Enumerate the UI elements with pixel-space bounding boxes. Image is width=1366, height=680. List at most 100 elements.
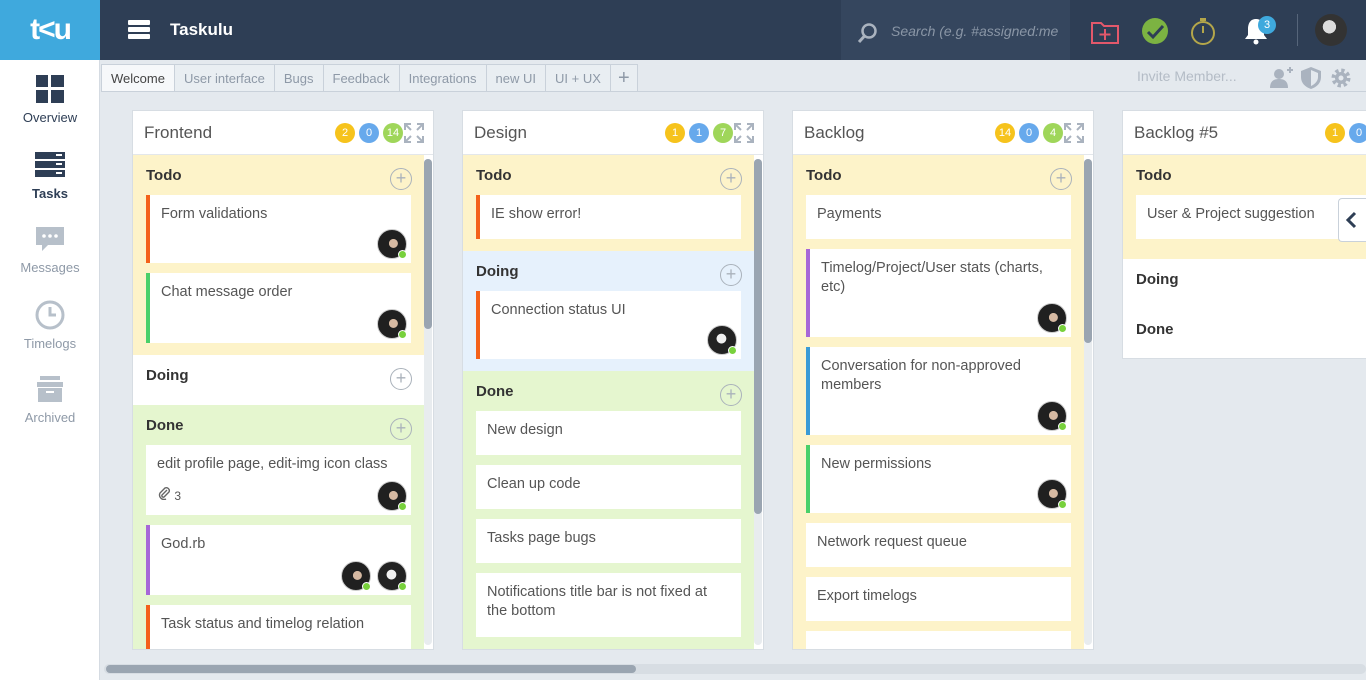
column-title: Backlog #5 (1134, 123, 1219, 142)
doing-count-badge: 0 (1019, 123, 1039, 143)
column-header: Backlog 14 0 4 (793, 111, 1093, 155)
sidebar-item-tasks[interactable]: Tasks (0, 150, 100, 220)
add-task-button[interactable]: + (390, 168, 412, 190)
task-title: God.rb (161, 536, 206, 552)
assignee-avatar[interactable] (377, 481, 407, 511)
menu-icon[interactable] (128, 20, 150, 40)
sidebar-item-archived[interactable]: Archived (0, 374, 100, 444)
section-label: Done (1136, 321, 1174, 338)
section-label: Done (146, 417, 184, 434)
scrollbar-thumb[interactable] (106, 665, 636, 673)
topbar-divider (1297, 14, 1298, 46)
attachment-indicator: 3 (157, 486, 400, 506)
add-task-button[interactable]: + (1050, 168, 1072, 190)
add-user-icon[interactable] (1269, 66, 1293, 90)
tab-ui-ux[interactable]: UI + UX (545, 64, 610, 92)
add-task-button[interactable]: + (720, 384, 742, 406)
task-card[interactable]: IE show error! (476, 195, 741, 239)
section-todo: Todo User & Project suggestion (1123, 155, 1366, 259)
achievements-icon[interactable] (1140, 16, 1170, 46)
expand-icon[interactable] (1063, 122, 1085, 144)
task-card[interactable]: Payments (806, 195, 1071, 239)
shield-icon[interactable] (1299, 66, 1323, 90)
expand-icon[interactable] (403, 122, 425, 144)
task-card[interactable]: New permissions (806, 445, 1071, 513)
task-card[interactable]: Conversation for non-approved members (806, 347, 1071, 435)
task-title: Payments (817, 206, 882, 222)
sidebar-item-label: Archived (24, 410, 76, 425)
add-tab-button[interactable]: + (609, 64, 638, 92)
clock-icon (35, 300, 65, 330)
task-card[interactable]: Timelog/Project/User stats (charts, etc) (806, 249, 1071, 337)
task-card[interactable]: Chat message order (146, 273, 411, 343)
task-card[interactable]: God.rb (146, 525, 411, 595)
task-card[interactable]: Tasks page bugs (476, 519, 741, 563)
assignee-avatar[interactable] (377, 309, 407, 339)
task-card[interactable] (806, 631, 1071, 649)
assignee-avatar[interactable] (377, 561, 407, 591)
section-label: Todo (476, 167, 512, 184)
task-title: Clean up code (487, 476, 581, 492)
add-task-button[interactable]: + (720, 168, 742, 190)
column-scrollbar[interactable] (754, 159, 762, 645)
sidebar-item-messages[interactable]: Messages (0, 224, 100, 294)
assignee-avatar[interactable] (1037, 479, 1067, 509)
notification-count-badge: 3 (1258, 16, 1276, 34)
section-label: Doing (146, 367, 189, 384)
taskulu-logo[interactable]: t<u (0, 0, 100, 60)
task-title: New permissions (821, 456, 932, 472)
task-title: Notifications title bar is not fixed at … (487, 584, 708, 619)
task-card[interactable]: Task status and timelog relation (146, 605, 411, 649)
timer-icon[interactable] (1188, 16, 1218, 46)
task-card[interactable]: Form validations (146, 195, 411, 263)
add-task-button[interactable]: + (390, 418, 412, 440)
add-task-button[interactable]: + (390, 368, 412, 390)
search-input[interactable] (891, 20, 1061, 42)
tab-feedback[interactable]: Feedback (322, 64, 399, 92)
assignee-avatar[interactable] (377, 229, 407, 259)
search-icon[interactable] (857, 22, 879, 44)
task-card[interactable]: Connection status UI (476, 291, 741, 359)
messages-icon (36, 227, 64, 251)
column-title: Design (474, 123, 527, 142)
todo-count-badge: 1 (665, 123, 685, 143)
assignee-avatar[interactable] (1037, 401, 1067, 431)
add-task-button[interactable]: + (720, 264, 742, 286)
task-card[interactable]: Export timelogs (806, 577, 1071, 621)
assignee-avatar[interactable] (341, 561, 371, 591)
tab-bugs[interactable]: Bugs (273, 64, 323, 92)
task-card[interactable]: Clean up code (476, 465, 741, 509)
task-title: New design (487, 422, 563, 438)
task-title: Conversation for non-approved members (821, 358, 1021, 393)
column-body: Todo + Form validations Chat message ord… (133, 155, 433, 649)
assignee-avatar[interactable] (1037, 303, 1067, 333)
expand-icon[interactable] (733, 122, 755, 144)
user-avatar[interactable] (1315, 14, 1347, 46)
task-card[interactable]: Notifications title bar is not fixed at … (476, 573, 741, 637)
task-card[interactable]: New design (476, 411, 741, 455)
tab-new-ui[interactable]: new UI (485, 64, 546, 92)
collapse-panel-button[interactable] (1338, 198, 1366, 242)
column-scrollbar[interactable] (1084, 159, 1092, 645)
task-card[interactable]: User & Project suggestion (1136, 195, 1366, 239)
task-title: Form validations (161, 206, 268, 222)
tab-welcome[interactable]: Welcome (101, 64, 174, 92)
task-card[interactable]: edit profile page, edit-img icon class 3 (146, 445, 411, 515)
task-card[interactable]: Network request queue (806, 523, 1071, 567)
online-status-dot (362, 582, 371, 591)
section-label: Todo (806, 167, 842, 184)
assignee-avatar[interactable] (707, 325, 737, 355)
tab-user-interface[interactable]: User interface (173, 64, 274, 92)
task-title: User & Project suggestion (1147, 206, 1315, 222)
column-body: Todo User & Project suggestion Doing Don… (1123, 155, 1366, 358)
online-status-dot (1058, 500, 1067, 509)
board-horizontal-scrollbar[interactable] (104, 664, 1366, 674)
invite-member-field[interactable]: Invite Member... (1137, 68, 1237, 84)
sidebar-item-timelogs[interactable]: Timelogs (0, 300, 100, 370)
sidebar-item-overview[interactable]: Overview (0, 74, 100, 144)
settings-gear-icon[interactable] (1329, 66, 1353, 90)
new-project-icon[interactable] (1090, 16, 1120, 46)
online-status-dot (1058, 324, 1067, 333)
tab-integrations[interactable]: Integrations (398, 64, 486, 92)
column-scrollbar[interactable] (424, 159, 432, 645)
